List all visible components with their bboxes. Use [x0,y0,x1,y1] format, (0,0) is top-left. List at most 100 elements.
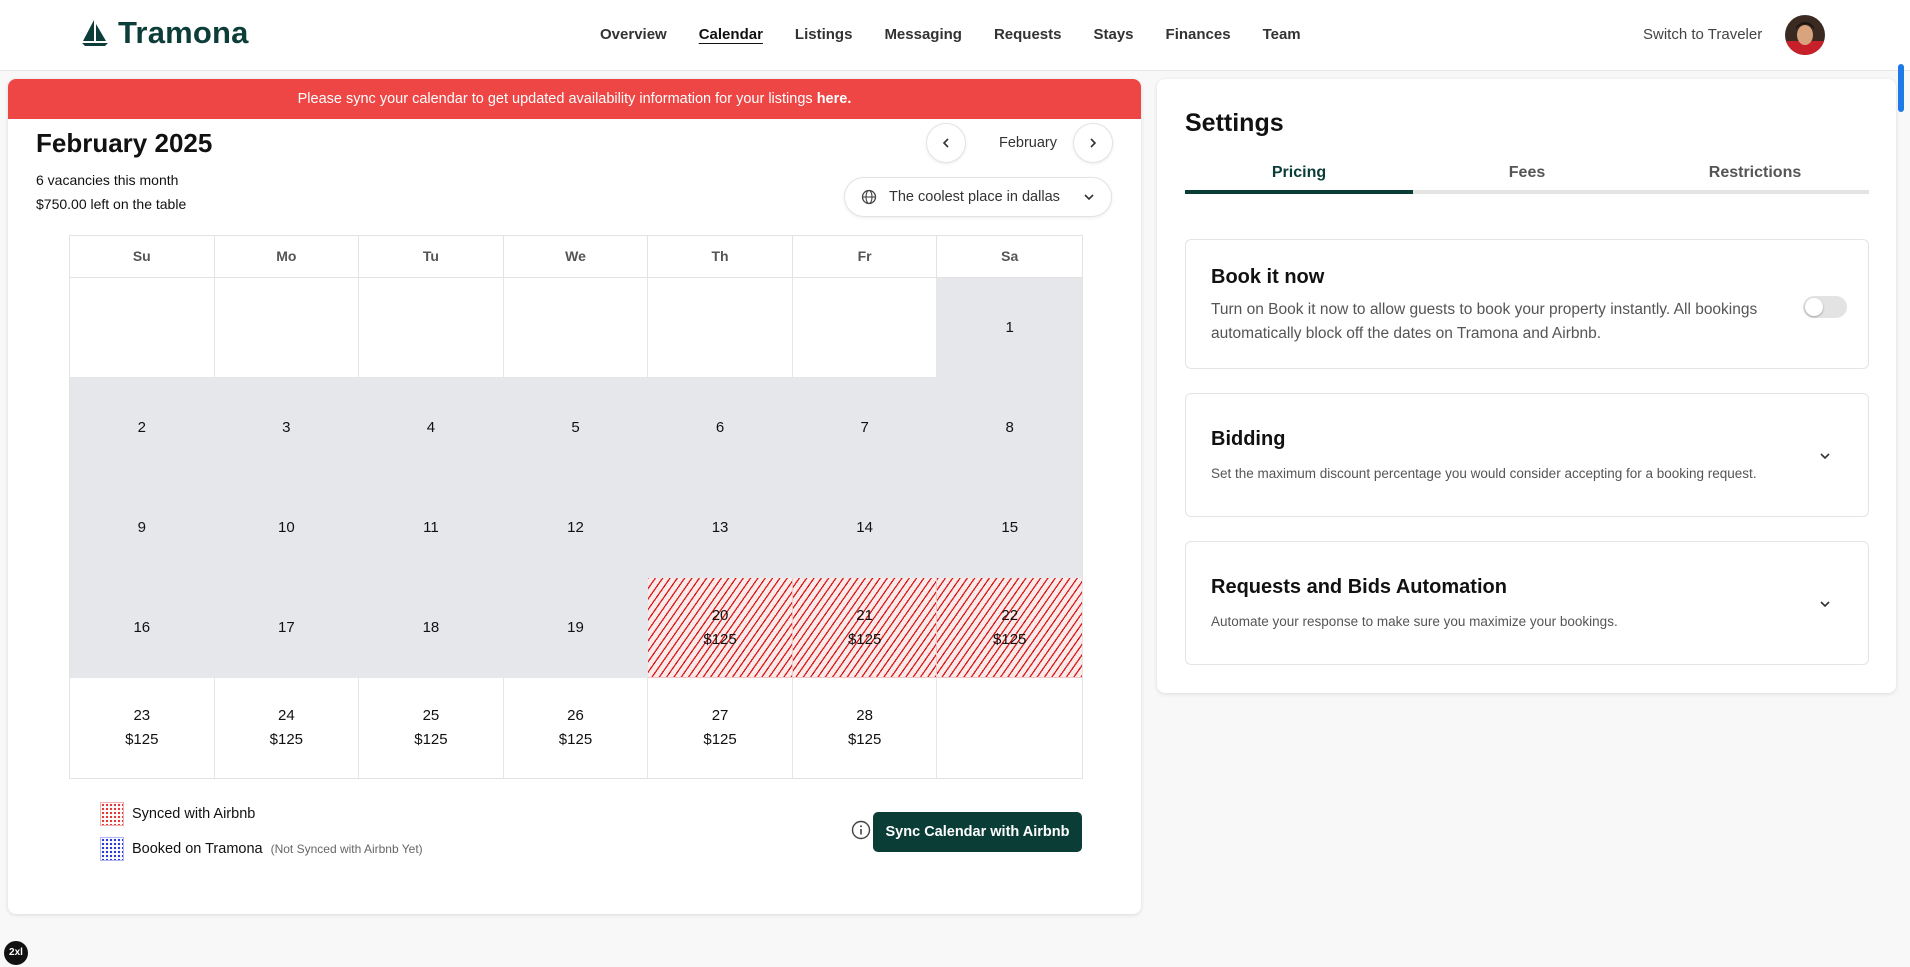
nav-overview[interactable]: Overview [600,26,667,43]
settings-card: Settings Pricing Fees Restrictions Book … [1157,79,1896,693]
calendar-day-cell[interactable]: 20 $125 [648,578,793,678]
day-price: $125 [993,630,1027,648]
day-number: 15 [1001,518,1019,536]
calendar-days: 1 2 3 4 5 6 7 8 9 10 11 12 13 14 15 16 17 18 19 20 $125 21 $12… [70,278,1082,778]
weekday-label: We [504,236,649,277]
nav-messaging[interactable]: Messaging [884,26,962,43]
book-it-now-title: Book it now [1211,266,1325,288]
nav-requests[interactable]: Requests [994,26,1062,43]
calendar-day-cell: 7 [792,378,938,478]
book-it-now-toggle[interactable] [1803,296,1847,318]
booked-swatch [100,837,124,861]
next-month-button[interactable] [1073,123,1113,163]
automation-panel[interactable]: Requests and Bids Automation Automate yo… [1185,541,1869,665]
day-price: $125 [847,731,882,748]
calendar-empty-cell [503,278,649,378]
day-number: 14 [856,518,873,536]
nav-stays[interactable]: Stays [1094,26,1134,43]
day-number: 4 [426,418,436,436]
weekday-label: Fr [793,236,938,277]
left-on-table-text: $750.00 left on the table [36,196,187,212]
day-number: 16 [133,618,151,636]
tab-restrictions[interactable]: Restrictions [1641,164,1869,190]
day-number: 5 [571,418,580,436]
sync-calendar-button[interactable]: Sync Calendar with Airbnb [873,812,1082,852]
calendar-day-cell: 9 [70,478,215,578]
calendar-day-cell[interactable]: 28 $125 [792,678,938,778]
nav-team[interactable]: Team [1263,26,1301,43]
chevron-down-icon [1084,194,1094,201]
weekday-label: Th [648,236,793,277]
calendar-day-cell: 17 [214,578,360,678]
prev-month-button[interactable] [926,123,966,163]
day-price: $125 [847,630,882,648]
day-price: $125 [558,731,593,748]
main-nav: Overview Calendar Listings Messaging Req… [600,26,1301,43]
logo[interactable]: Tramona [80,15,249,51]
user-avatar-image [1785,15,1825,55]
calendar-empty-cell [214,278,360,378]
day-number: 7 [860,418,869,436]
legend-booked-note: (Not Synced with Airbnb Yet) [270,842,423,856]
day-number: 6 [715,418,725,436]
sync-alert-link[interactable]: here. [817,91,852,107]
tab-pricing[interactable]: Pricing [1185,164,1413,194]
sync-alert-text: Please sync your calendar to get updated… [297,91,813,107]
day-price: $125 [703,731,737,748]
scrollbar-thumb[interactable] [1898,64,1904,112]
day-number: 3 [282,418,291,436]
calendar-day-cell: 10 [214,478,360,578]
day-number: 19 [567,618,584,636]
nav-listings[interactable]: Listings [795,26,853,43]
calendar-day-cell: 15 [937,478,1082,578]
day-price: $125 [125,731,159,748]
day-number: 27 [711,707,729,724]
calendar-day-cell: 11 [359,478,504,578]
calendar-day-cell: 4 [359,378,504,478]
legend-synced-label: Synced with Airbnb [132,806,256,822]
calendar-empty-cell [792,278,938,378]
calendar-empty-cell [648,278,793,378]
bidding-description: Set the maximum discount percentage you … [1211,466,1757,481]
synced-swatch [100,802,124,826]
bidding-panel[interactable]: Bidding Set the maximum discount percent… [1185,393,1869,517]
calendar-day-cell: 19 [503,578,649,678]
chevron-down-icon[interactable] [1818,449,1832,463]
nav-finances[interactable]: Finances [1166,26,1231,43]
sailboat-icon [82,20,108,46]
switch-to-traveler-link[interactable]: Switch to Traveler [1643,26,1762,43]
calendar-day-cell: 1 [937,278,1082,378]
tab-fees[interactable]: Fees [1413,164,1641,190]
day-price: $125 [703,630,737,648]
calendar-day-cell[interactable]: 21 $125 [792,578,938,678]
day-number: 25 [422,707,440,724]
nav-calendar[interactable]: Calendar [699,26,763,43]
calendar-day-cell[interactable]: 22 $125 [937,578,1082,678]
calendar-day-cell[interactable]: 23 $125 [70,678,215,778]
calendar-day-cell[interactable]: 27 $125 [648,678,793,778]
calendar-day-cell: 8 [937,378,1082,478]
day-number: 23 [133,707,151,724]
avatar[interactable] [1785,15,1825,55]
calendar-day-cell: 13 [648,478,793,578]
calendar-grid: Su Mo Tu We Th Fr Sa 1 2 3 4 5 6 7 8 9 10 11 12 13 14… [69,235,1083,779]
listing-select[interactable]: The coolest place in dallas [844,177,1112,217]
calendar-day-cell[interactable]: 25 $125 [359,678,504,778]
day-number: 11 [423,518,439,536]
day-number: 9 [137,518,146,536]
day-price: $125 [269,731,304,748]
day-number: 24 [278,707,295,724]
settings-title: Settings [1185,109,1284,137]
calendar-day-cell[interactable]: 26 $125 [503,678,649,778]
info-icon[interactable] [851,820,871,845]
day-number: 12 [567,518,584,536]
settings-tabs: Pricing Fees Restrictions [1185,164,1869,194]
sync-alert-banner: Please sync your calendar to get updated… [8,79,1141,119]
calendar-day-cell[interactable]: 24 $125 [214,678,360,778]
bidding-title: Bidding [1211,428,1286,450]
legend-synced: Synced with Airbnb [100,802,255,826]
day-number: 22 [1001,606,1019,624]
toggle-knob [1805,298,1823,316]
chevron-down-icon[interactable] [1818,597,1832,611]
calendar-empty-cell [359,278,504,378]
